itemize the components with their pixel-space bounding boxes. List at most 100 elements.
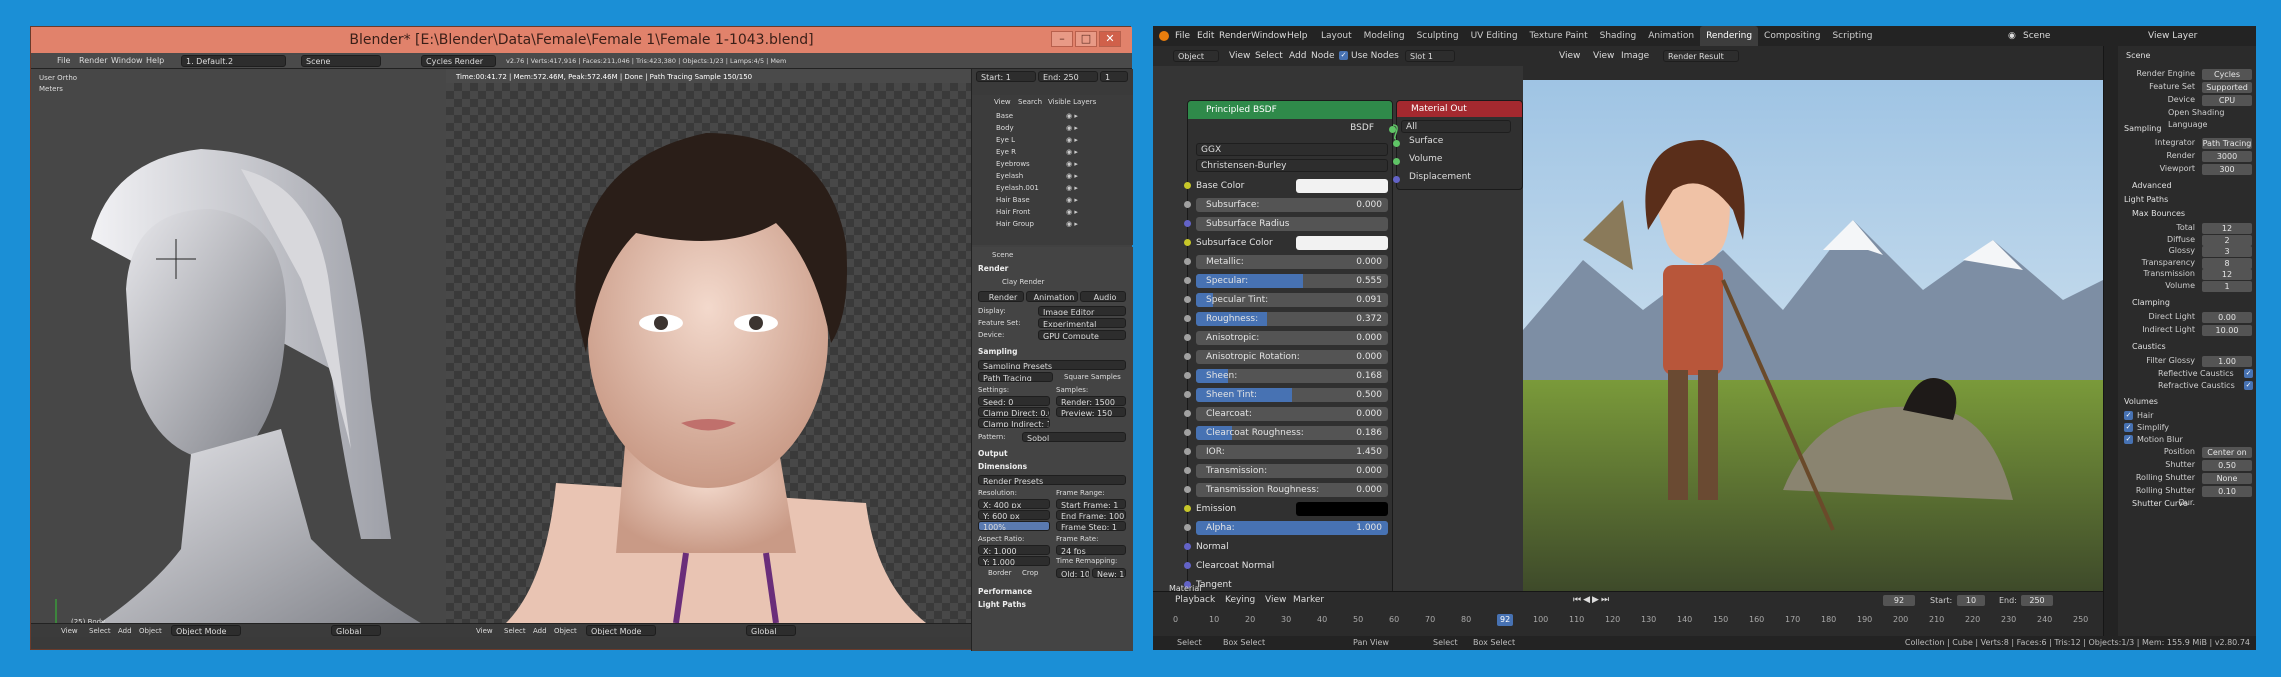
maximize-icon[interactable]: □ <box>1075 31 1097 47</box>
workspace-tab-sculpting[interactable]: Sculpting <box>1411 26 1465 46</box>
output-panel-header[interactable]: Output <box>978 448 1008 459</box>
position-field[interactable]: Center on Frame <box>2202 447 2252 468</box>
current-frame-field[interactable]: 92 <box>1883 595 1915 606</box>
orientation-select-2[interactable]: Global <box>746 625 796 636</box>
eye-icon[interactable]: ◉ ▸ <box>1066 171 1078 181</box>
scene-name[interactable]: Scene <box>2023 26 2050 46</box>
end-field[interactable]: 250 <box>2021 595 2053 606</box>
timeline[interactable]: Playback Keying View Marker ⏮◀▶⏭ 92 Star… <box>1153 591 2103 636</box>
render-engine-select[interactable]: Cycles Render <box>421 55 496 67</box>
eye-icon[interactable]: ◉ ▸ <box>1066 111 1078 121</box>
outliner-item[interactable]: Eyebrows ◉ ▸ <box>996 159 1126 169</box>
shader-node-editor[interactable]: Object View Select Add Node ✓ Use Nodes … <box>1153 46 1523 600</box>
clay-render-checkbox[interactable]: Clay Render <box>1002 277 1044 287</box>
sampling-presets-select[interactable]: Sampling Presets <box>978 360 1126 370</box>
workspace-tab-modeling[interactable]: Modeling <box>1358 26 1411 46</box>
image-select[interactable]: Render Result <box>1663 50 1739 62</box>
menu-view[interactable]: View <box>61 626 78 636</box>
outliner-item[interactable]: Body ◉ ▸ <box>996 123 1126 133</box>
outliner-item[interactable]: Eyelash ◉ ▸ <box>996 171 1126 181</box>
menu-file[interactable]: File <box>57 53 70 69</box>
rolling-shutter-field[interactable]: None <box>2202 473 2252 484</box>
outliner-tab-view[interactable]: View <box>994 97 1011 107</box>
indirect-light-field[interactable]: 10.00 <box>2202 325 2252 336</box>
outliner-tab-search[interactable]: Search <box>1018 97 1042 107</box>
refractive-caustics-checkbox[interactable]: ✓ <box>2244 381 2253 390</box>
preview-samples-field[interactable]: Preview: 150 <box>1056 407 1126 417</box>
menu-window[interactable]: Window <box>1251 26 1287 46</box>
seed-field[interactable]: Seed: 0 <box>978 396 1050 406</box>
clamp-direct-field[interactable]: Clamp Direct: 0.00 <box>978 407 1050 417</box>
feature-set-field[interactable]: Supported <box>2202 82 2252 93</box>
border-checkbox[interactable]: Border <box>988 568 1011 578</box>
bounce-field[interactable]: 3 <box>2202 246 2252 257</box>
menu-marker[interactable]: Marker <box>1293 590 1324 610</box>
mode-select-2[interactable]: Object Mode <box>586 625 656 636</box>
outliner-item[interactable]: Base ◉ ▸ <box>996 111 1126 121</box>
motion-blur-checkbox[interactable]: ✓ <box>2124 435 2133 444</box>
bounce-field[interactable]: 12 <box>2202 269 2252 280</box>
hair-checkbox[interactable]: ✓ <box>2124 411 2133 420</box>
view-layer-name[interactable]: View Layer <box>2148 26 2197 46</box>
render-engine-field[interactable]: Cycles <box>2202 69 2252 80</box>
menu-add-2[interactable]: Add <box>533 626 547 636</box>
advanced-panel-header[interactable]: Advanced <box>2132 180 2172 192</box>
workspace-tab-texture-paint[interactable]: Texture Paint <box>1524 26 1594 46</box>
menu-view-2[interactable]: View <box>476 626 493 636</box>
outliner-item[interactable]: Eyelash.001 ◉ ▸ <box>996 183 1126 193</box>
reflective-caustics-checkbox[interactable]: ✓ <box>2244 369 2253 378</box>
orientation-select[interactable]: Global <box>331 625 381 636</box>
eye-icon[interactable]: ◉ ▸ <box>1066 159 1078 169</box>
menu-window[interactable]: Window <box>111 53 143 69</box>
res-percent-slider[interactable]: 100% <box>978 521 1050 531</box>
workspace-tab-compositing[interactable]: Compositing <box>1758 26 1826 46</box>
workspace-tab-animation[interactable]: Animation <box>1642 26 1700 46</box>
3d-viewport-ortho[interactable]: User Ortho Meters (25) Body View Select … <box>31 69 446 637</box>
menu-playback[interactable]: Playback <box>1175 590 1215 610</box>
animation-button[interactable]: Animation <box>1026 291 1078 302</box>
max-bounces-header[interactable]: Max Bounces <box>2132 208 2185 220</box>
scene-select[interactable]: Scene <box>301 55 381 67</box>
eye-icon[interactable]: ◉ ▸ <box>1066 135 1078 145</box>
eye-icon[interactable]: ◉ ▸ <box>1066 207 1078 217</box>
outliner-item[interactable]: Eye L ◉ ▸ <box>996 135 1126 145</box>
volumes-header[interactable]: Volumes <box>2124 396 2158 408</box>
screen-layout-select[interactable]: 1. Default.2 <box>181 55 286 67</box>
clamp-indirect-field[interactable]: Clamp Indirect: 10.00 <box>978 418 1050 428</box>
menu-view-2[interactable]: View <box>1593 46 1614 66</box>
osl-label[interactable]: Open Shading Language <box>2168 107 2257 131</box>
workspace-tab-shading[interactable]: Shading <box>1594 26 1643 46</box>
res-y-field[interactable]: Y: 600 px <box>978 510 1050 520</box>
square-samples-checkbox[interactable]: Square Samples <box>1064 372 1121 382</box>
menu-render[interactable]: Render <box>1219 26 1251 46</box>
bounce-field[interactable]: 1 <box>2202 280 2252 292</box>
workspace-tab-uv-editing[interactable]: UV Editing <box>1465 26 1524 46</box>
pattern-select[interactable]: Sobol <box>1022 432 1126 442</box>
workspace-tab-scripting[interactable]: Scripting <box>1826 26 1878 46</box>
shutter-curve-header[interactable]: Shutter Curve <box>2132 498 2188 510</box>
render-button[interactable]: Render <box>978 291 1024 302</box>
outliner-tab-layers[interactable]: Visible Layers <box>1048 97 1096 107</box>
eye-icon[interactable]: ◉ ▸ <box>1066 123 1078 133</box>
playback-controls-icon[interactable]: ⏮◀▶⏭ <box>1573 590 1611 610</box>
outliner-item[interactable]: Hair Base ◉ ▸ <box>996 195 1126 205</box>
menu-select-2[interactable]: Select <box>504 626 526 636</box>
mode-select[interactable]: Object Mode <box>171 625 241 636</box>
shutter-field[interactable]: 0.50 <box>2202 460 2252 471</box>
bounce-field[interactable]: 12 <box>2202 223 2252 234</box>
feature-set-select[interactable]: Experimental <box>1038 318 1126 328</box>
render-viewport[interactable]: Time:00:41.72 | Mem:572.46M, Peak:572.46… <box>446 69 971 637</box>
menu-help[interactable]: Help <box>146 53 164 69</box>
current-frame-field[interactable]: 1 <box>1100 71 1128 82</box>
eye-icon[interactable]: ◉ ▸ <box>1066 195 1078 205</box>
bounce-field[interactable]: 2 <box>2202 234 2252 246</box>
res-x-field[interactable]: X: 400 px <box>978 499 1050 509</box>
bounce-field[interactable]: 8 <box>2202 257 2252 269</box>
render-samples-field[interactable]: Render: 1500 <box>1056 396 1126 406</box>
menu-view[interactable]: View <box>1265 590 1286 610</box>
direct-light-field[interactable]: 0.00 <box>2202 312 2252 323</box>
performance-panel-header[interactable]: Performance <box>978 586 1032 597</box>
end-frame-prop[interactable]: End Frame: 100 <box>1056 510 1126 520</box>
menu-object[interactable]: Object <box>139 626 162 636</box>
menu-keying[interactable]: Keying <box>1225 590 1255 610</box>
